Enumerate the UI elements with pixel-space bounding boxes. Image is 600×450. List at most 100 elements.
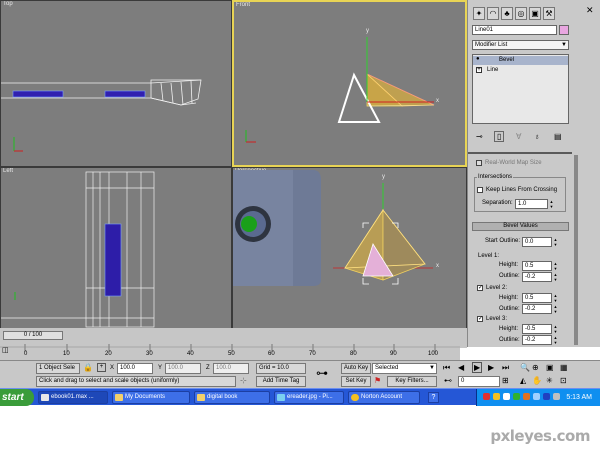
- tray-app-icon[interactable]: [513, 393, 520, 400]
- real-world-map-size-checkbox[interactable]: [476, 160, 482, 166]
- zoom-extents-all-icon[interactable]: ▦: [560, 363, 568, 372]
- configure-sets-icon[interactable]: ▤: [554, 132, 562, 141]
- key-icon[interactable]: ⊶: [316, 366, 328, 380]
- watermark: pxleyes.com: [490, 427, 590, 445]
- level2-outline-field[interactable]: -0.2: [522, 304, 552, 314]
- viewport-top[interactable]: Top: [0, 0, 232, 167]
- zoom-all-icon[interactable]: ⊕: [532, 363, 539, 372]
- maximize-viewport-icon[interactable]: ⊡: [560, 376, 567, 385]
- clock[interactable]: 5:13 AM: [566, 389, 592, 406]
- tray-app-icon[interactable]: [523, 393, 530, 400]
- level1-outline-label: Outline:: [499, 273, 520, 279]
- goto-end-icon[interactable]: ⏭: [502, 363, 509, 373]
- level1-height-spinner[interactable]: ▲ ▼: [553, 261, 558, 271]
- tray-app-icon[interactable]: [483, 393, 490, 400]
- level2-checkbox[interactable]: ✓: [477, 285, 483, 291]
- stack-item-bevel[interactable]: ● Bevel: [473, 56, 568, 65]
- start-outline-spinner[interactable]: ▲ ▼: [553, 237, 558, 247]
- current-frame-field[interactable]: 0: [458, 376, 500, 387]
- show-end-result-icon[interactable]: ▯: [494, 131, 505, 142]
- level1-height-field[interactable]: 0.5: [522, 261, 552, 271]
- prev-frame-icon[interactable]: ◀: [458, 363, 464, 372]
- remove-modifier-icon[interactable]: ♁: [534, 132, 540, 141]
- tick-label: 80: [350, 351, 357, 357]
- display-tab-icon[interactable]: ▣: [529, 7, 541, 20]
- level3-checkbox[interactable]: ✓: [477, 316, 483, 322]
- level2-height-spinner[interactable]: ▲ ▼: [553, 293, 558, 303]
- tick-label: 30: [146, 351, 153, 357]
- y-label: Y: [158, 365, 163, 371]
- viewport-perspective[interactable]: Perspective y x: [232, 167, 467, 331]
- level2-outline-spinner[interactable]: ▲ ▼: [553, 304, 558, 314]
- expand-plus-icon[interactable]: +: [476, 67, 482, 73]
- stack-item-line[interactable]: + Line: [473, 66, 568, 75]
- object-color-swatch[interactable]: [559, 25, 569, 35]
- axis-x-label: x: [436, 98, 439, 104]
- make-unique-icon[interactable]: ∀: [516, 132, 521, 141]
- tray-app-icon[interactable]: [533, 393, 540, 400]
- scrollbar-thumb[interactable]: [574, 155, 578, 345]
- modify-tab-icon[interactable]: ◠: [487, 7, 499, 20]
- key-mode-toggle-icon[interactable]: ⊷: [444, 376, 452, 385]
- time-slider-thumb[interactable]: 0 / 100: [3, 331, 63, 340]
- level3-outline-field[interactable]: -0.2: [522, 335, 552, 345]
- taskbar-item[interactable]: Norton Account: [348, 391, 420, 404]
- key-mode-dropdown[interactable]: Selected ▼: [372, 363, 437, 374]
- bevel-values-rollout[interactable]: Bevel Values: [472, 222, 569, 231]
- play-icon[interactable]: ▶: [472, 362, 483, 373]
- taskbar-item[interactable]: ereader.jpg - Pi...: [274, 391, 344, 404]
- level3-outline-spinner[interactable]: ▲ ▼: [553, 335, 558, 345]
- tray-app-icon[interactable]: [553, 393, 560, 400]
- separation-spinner[interactable]: ▲ ▼: [549, 199, 554, 209]
- time-config-icon[interactable]: ⊞: [502, 376, 509, 385]
- add-time-tag-button[interactable]: Add Time Tag: [256, 376, 306, 387]
- level2-height-field[interactable]: 0.5: [522, 293, 552, 303]
- object-name-field[interactable]: Line01: [472, 25, 557, 35]
- utilities-tab-icon[interactable]: ⚒: [543, 7, 555, 20]
- keep-lines-checkbox[interactable]: [477, 187, 483, 193]
- close-panel-icon[interactable]: ✕: [586, 5, 594, 16]
- zoom-icon[interactable]: 🔍: [520, 363, 530, 372]
- level3-height-field[interactable]: -0.5: [522, 324, 552, 334]
- field-of-view-icon[interactable]: ◭: [520, 376, 526, 385]
- y-coordinate-field[interactable]: 100.0: [165, 363, 201, 374]
- modifier-list-dropdown[interactable]: Modifier List ▼: [472, 40, 569, 50]
- orbit-icon[interactable]: ✳: [546, 376, 553, 385]
- hierarchy-tab-icon[interactable]: ♣: [501, 7, 513, 20]
- x-coordinate-field[interactable]: 100.0: [117, 363, 153, 374]
- z-coordinate-field[interactable]: 100.0: [213, 363, 249, 374]
- motion-tab-icon[interactable]: ◎: [515, 7, 527, 20]
- start-outline-field[interactable]: 0.0: [522, 237, 552, 247]
- left-view-geometry: [1, 171, 155, 328]
- next-frame-icon[interactable]: ▶: [488, 363, 494, 372]
- level3-label: Level 3:: [486, 316, 508, 322]
- tray-app-icon[interactable]: [503, 393, 510, 400]
- pin-stack-icon[interactable]: ⊸: [476, 132, 483, 141]
- viewport-front[interactable]: Front y x: [232, 0, 467, 167]
- level1-outline-field[interactable]: -0.2: [522, 272, 552, 282]
- key-filters-button[interactable]: Key Filters...: [387, 376, 437, 387]
- track-bar[interactable]: ◫ 0 10 20 30 40 50 60 70 80 90 100: [0, 344, 460, 360]
- taskbar-item-label: My Documents: [125, 394, 166, 400]
- taskbar-item[interactable]: digital book: [194, 391, 270, 404]
- pan-icon[interactable]: ✋: [532, 376, 542, 385]
- level1-outline-spinner[interactable]: ▲ ▼: [553, 272, 558, 282]
- separation-field[interactable]: 1.0: [515, 199, 548, 209]
- transform-mode-icon[interactable]: +: [97, 363, 106, 372]
- create-tab-icon[interactable]: ✦: [473, 7, 485, 20]
- level3-height-spinner[interactable]: ▲ ▼: [553, 324, 558, 334]
- goto-start-icon[interactable]: ⏮: [443, 363, 450, 373]
- panel-scrollbar[interactable]: ✕: [572, 0, 600, 347]
- tray-app-icon[interactable]: [543, 393, 550, 400]
- lock-selection-icon[interactable]: 🔒: [83, 363, 93, 372]
- set-key-icon[interactable]: ⚑: [374, 376, 381, 385]
- taskbar-item[interactable]: My Documents: [112, 391, 190, 404]
- set-key-button[interactable]: Set Key: [341, 376, 371, 387]
- tray-app-icon[interactable]: [493, 393, 500, 400]
- start-button[interactable]: start: [0, 389, 34, 406]
- help-icon[interactable]: ?: [428, 392, 439, 403]
- taskbar-item[interactable]: ebook01.max ...: [38, 391, 108, 404]
- zoom-extents-icon[interactable]: ▣: [546, 363, 554, 372]
- auto-key-button[interactable]: Auto Key: [341, 363, 371, 374]
- viewport-left[interactable]: Left: [0, 167, 232, 331]
